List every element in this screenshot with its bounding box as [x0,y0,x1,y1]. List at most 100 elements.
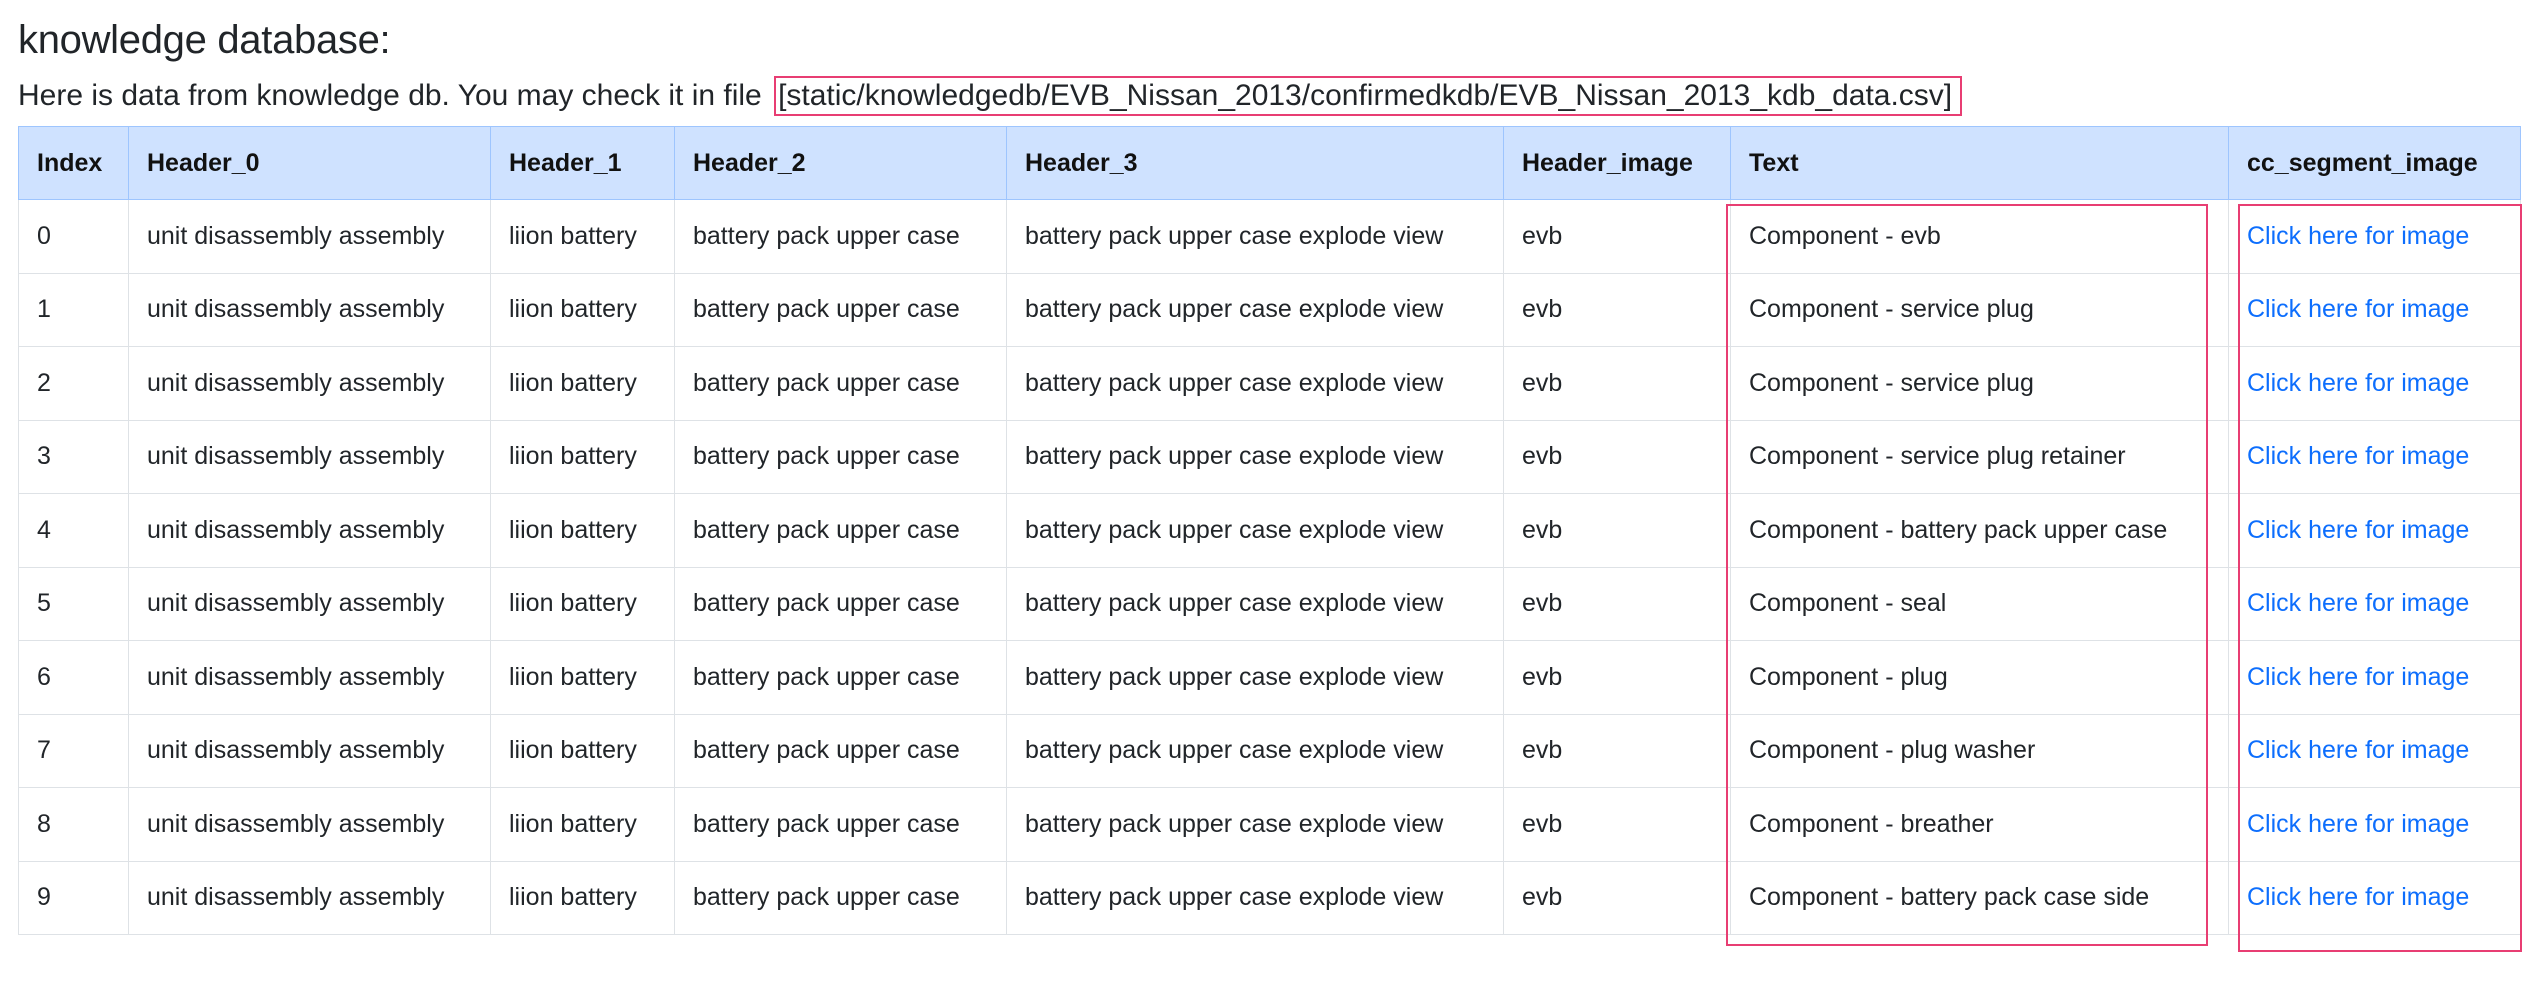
cell-index: 2 [18,346,129,421]
cell-header-2: battery pack upper case [674,272,1007,347]
cell-header-1: liion battery [490,787,675,862]
cell-index: 5 [18,566,129,641]
table-body: 0 unit disassembly assembly liion battery b… [18,199,2521,935]
table-header-row: Index Header_0 Header_1 Header_2 Header_… [18,126,2521,200]
cell-header-image: evb [1503,860,1731,935]
cell-header-image: evb [1503,787,1731,862]
cell-cc-segment-image: Click here for image [2228,640,2521,715]
cell-cc-segment-image: Click here for image [2228,346,2521,421]
cell-header-image: evb [1503,272,1731,347]
column-header-header-3[interactable]: Header_3 [1006,126,1504,200]
cell-cc-segment-image: Click here for image [2228,787,2521,862]
cell-header-3: battery pack upper case explode view [1006,199,1504,274]
table-row: 0 unit disassembly assembly liion battery b… [18,199,2521,274]
image-link[interactable]: Click here for image [2247,442,2469,470]
column-header-header-1[interactable]: Header_1 [490,126,675,200]
table-row: 4 unit disassembly assembly liion battery b… [18,493,2521,568]
cell-header-2: battery pack upper case [674,713,1007,788]
cell-header-1: liion battery [490,272,675,347]
cell-text: Component - breather [1730,787,2229,862]
cell-header-3: battery pack upper case explode view [1006,419,1504,494]
cell-header-2: battery pack upper case [674,787,1007,862]
cell-cc-segment-image: Click here for image [2228,860,2521,935]
cell-text: Component - evb [1730,199,2229,274]
cell-header-0: unit disassembly assembly [128,640,491,715]
cell-header-1: liion battery [490,346,675,421]
column-header-cc-segment-image[interactable]: cc_segment_image [2228,126,2521,200]
cell-header-image: evb [1503,419,1731,494]
image-link[interactable]: Click here for image [2247,810,2469,838]
cell-header-0: unit disassembly assembly [128,346,491,421]
image-link[interactable]: Click here for image [2247,663,2469,691]
column-header-text[interactable]: Text [1730,126,2229,200]
cell-index: 8 [18,787,129,862]
cell-header-2: battery pack upper case [674,493,1007,568]
cell-index: 1 [18,272,129,347]
cell-text: Component - battery pack case side [1730,860,2229,935]
table-row: 6 unit disassembly assembly liion battery b… [18,640,2521,715]
cell-text: Component - service plug [1730,346,2229,421]
page-title: knowledge database: [18,18,391,62]
image-link[interactable]: Click here for image [2247,222,2469,250]
cell-header-1: liion battery [490,713,675,788]
image-link[interactable]: Click here for image [2247,589,2469,617]
cell-cc-segment-image: Click here for image [2228,713,2521,788]
intro-text-line: Here is data from knowledge db. You may … [18,76,1963,116]
cell-header-3: battery pack upper case explode view [1006,272,1504,347]
column-header-header-2[interactable]: Header_2 [674,126,1007,200]
column-header-header-image[interactable]: Header_image [1503,126,1731,200]
cell-cc-segment-image: Click here for image [2228,272,2521,347]
image-link[interactable]: Click here for image [2247,883,2469,911]
cell-index: 4 [18,493,129,568]
table-row: 8 unit disassembly assembly liion battery b… [18,787,2521,862]
cell-header-3: battery pack upper case explode view [1006,713,1504,788]
image-link[interactable]: Click here for image [2247,369,2469,397]
cell-header-3: battery pack upper case explode view [1006,860,1504,935]
cell-text: Component - seal [1730,566,2229,641]
cell-header-image: evb [1503,566,1731,641]
cell-text: Component - service plug [1730,272,2229,347]
cell-header-2: battery pack upper case [674,566,1007,641]
cell-index: 0 [18,199,129,274]
cell-header-0: unit disassembly assembly [128,272,491,347]
column-header-header-0[interactable]: Header_0 [128,126,491,200]
file-path-highlighted: [static/knowledgedb/EVB_Nissan_2013/conf… [774,76,1963,116]
cell-header-0: unit disassembly assembly [128,713,491,788]
table-row: 5 unit disassembly assembly liion battery b… [18,566,2521,641]
cell-header-1: liion battery [490,640,675,715]
cell-cc-segment-image: Click here for image [2228,199,2521,274]
image-link[interactable]: Click here for image [2247,516,2469,544]
cell-header-0: unit disassembly assembly [128,199,491,274]
knowledge-db-table: Index Header_0 Header_1 Header_2 Header_… [18,126,2521,935]
cell-header-2: battery pack upper case [674,860,1007,935]
cell-header-2: battery pack upper case [674,346,1007,421]
cell-header-2: battery pack upper case [674,640,1007,715]
column-header-index[interactable]: Index [18,126,129,200]
cell-header-1: liion battery [490,419,675,494]
cell-header-image: evb [1503,640,1731,715]
cell-text: Component - plug washer [1730,713,2229,788]
cell-index: 6 [18,640,129,715]
cell-header-3: battery pack upper case explode view [1006,787,1504,862]
cell-header-3: battery pack upper case explode view [1006,346,1504,421]
cell-header-1: liion battery [490,860,675,935]
cell-header-1: liion battery [490,566,675,641]
cell-header-image: evb [1503,346,1731,421]
cell-cc-segment-image: Click here for image [2228,566,2521,641]
cell-header-0: unit disassembly assembly [128,493,491,568]
cell-cc-segment-image: Click here for image [2228,419,2521,494]
image-link[interactable]: Click here for image [2247,295,2469,323]
cell-header-0: unit disassembly assembly [128,787,491,862]
table-row: 1 unit disassembly assembly liion battery b… [18,272,2521,347]
image-link[interactable]: Click here for image [2247,736,2469,764]
cell-index: 9 [18,860,129,935]
cell-header-0: unit disassembly assembly [128,419,491,494]
cell-index: 7 [18,713,129,788]
cell-header-0: unit disassembly assembly [128,860,491,935]
cell-header-image: evb [1503,713,1731,788]
cell-text: Component - service plug retainer [1730,419,2229,494]
cell-header-image: evb [1503,493,1731,568]
cell-header-1: liion battery [490,199,675,274]
cell-header-2: battery pack upper case [674,419,1007,494]
table-row: 7 unit disassembly assembly liion battery b… [18,713,2521,788]
